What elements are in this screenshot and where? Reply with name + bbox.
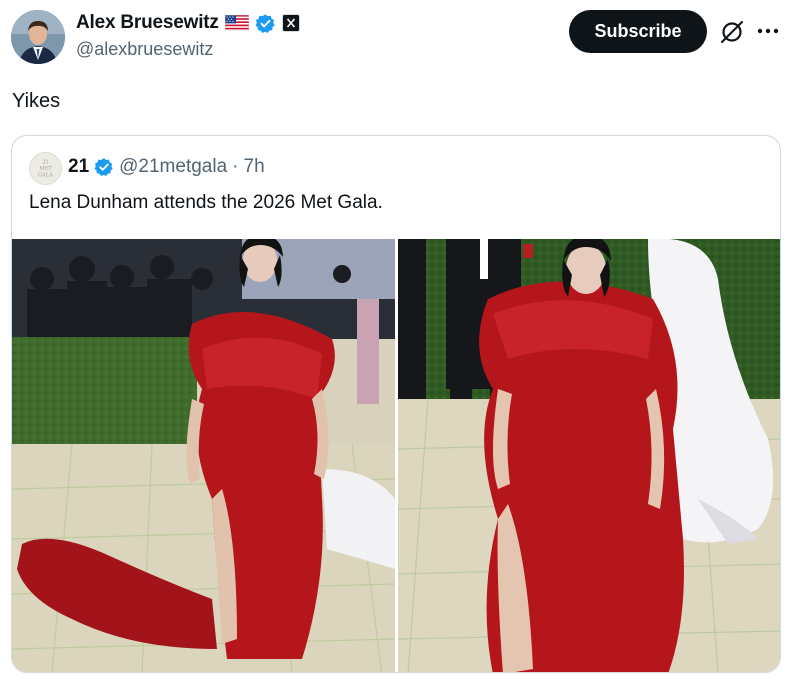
- quoted-avatar[interactable]: 21 MET GALA: [29, 152, 62, 185]
- svg-text:GALA: GALA: [38, 172, 53, 178]
- subscribe-button[interactable]: Subscribe: [569, 10, 707, 53]
- author-avatar[interactable]: [11, 10, 65, 64]
- separator-dot: ·: [232, 156, 239, 177]
- verified-badge-icon[interactable]: [94, 157, 114, 177]
- verified-badge-icon[interactable]: [255, 13, 276, 34]
- x-affiliate-badge-icon[interactable]: [281, 14, 300, 32]
- author-handle[interactable]: @alexbruesewitz: [76, 39, 213, 60]
- tweet-text: Yikes: [12, 90, 61, 112]
- grok-icon[interactable]: [719, 19, 745, 45]
- quoted-display-name[interactable]: 21: [68, 156, 89, 178]
- quoted-post[interactable]: 21 MET GALA 21 @21metgala · 7h Lena Dunh…: [11, 135, 781, 673]
- quoted-text: Lena Dunham attends the 2026 Met Gala.: [29, 192, 383, 213]
- author-display-name[interactable]: Alex Bruesewitz: [76, 12, 219, 34]
- more-options-icon[interactable]: [755, 20, 781, 42]
- photo-left[interactable]: [12, 239, 395, 672]
- svg-text:MET: MET: [39, 166, 52, 172]
- quoted-handle[interactable]: @21metgala: [119, 156, 227, 178]
- quoted-timestamp[interactable]: 7h: [244, 156, 265, 178]
- us-flag-icon: [224, 15, 249, 31]
- svg-text:21: 21: [42, 159, 49, 165]
- photo-right[interactable]: [398, 239, 780, 672]
